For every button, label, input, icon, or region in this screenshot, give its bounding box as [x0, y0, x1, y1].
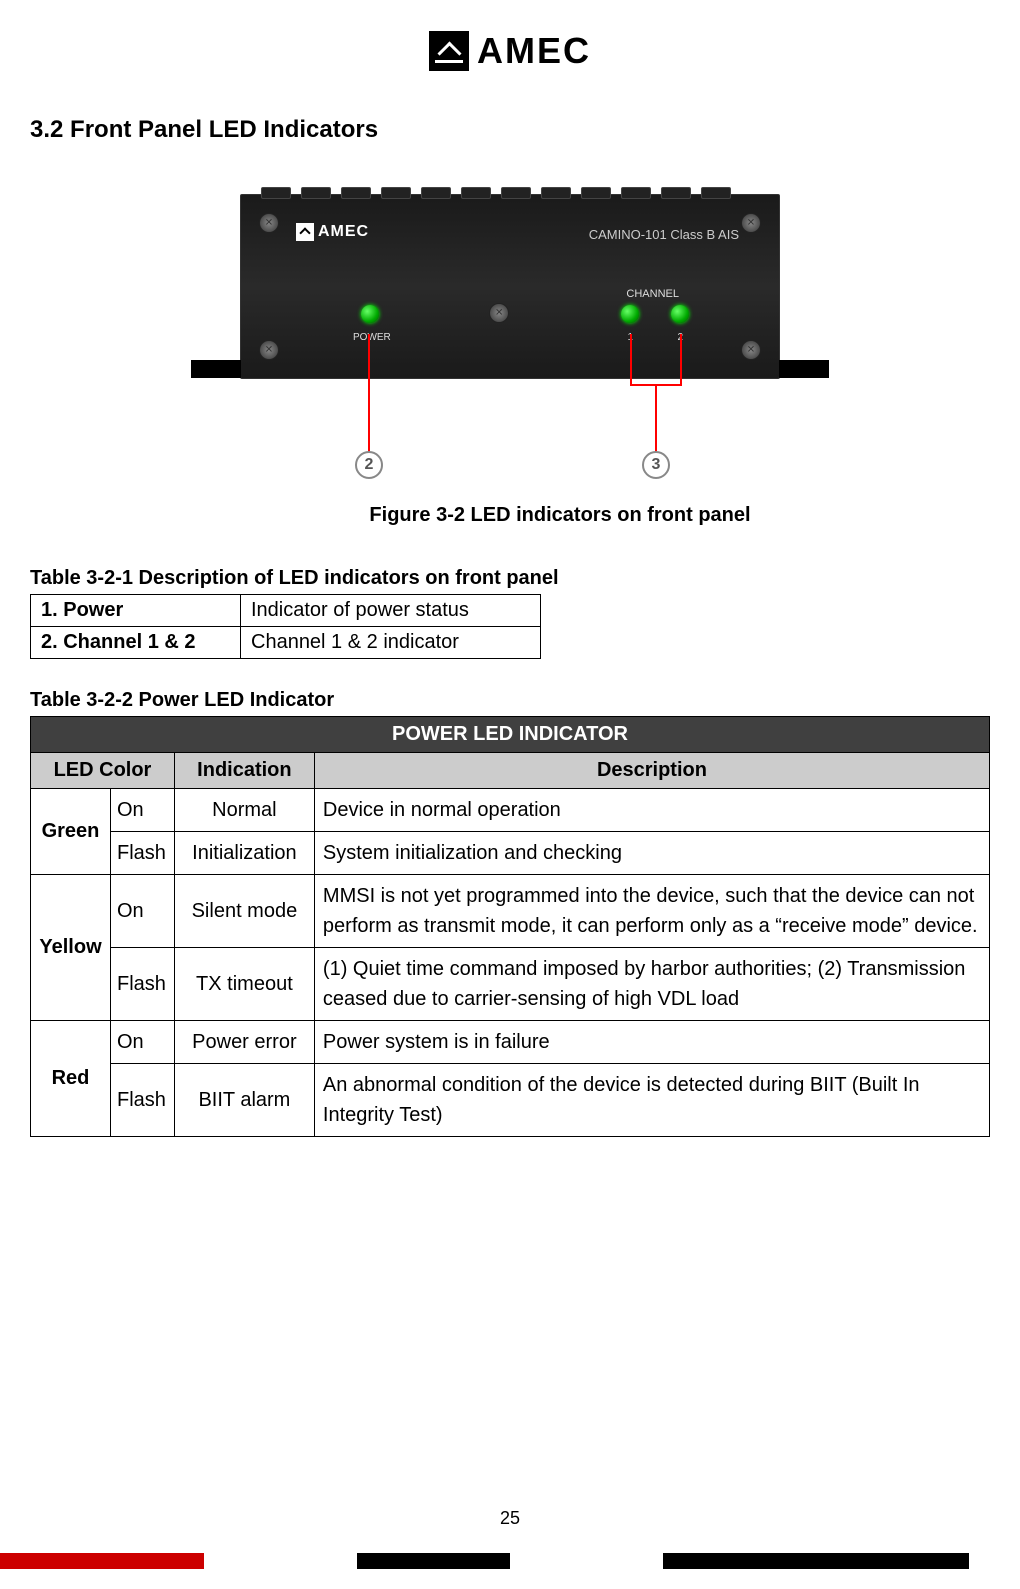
- led-description: MMSI is not yet programmed into the devi…: [314, 875, 989, 948]
- callout-number-2: 2: [355, 451, 383, 479]
- led-indication: Initialization: [174, 832, 314, 875]
- power-led-label: POWER: [353, 332, 391, 343]
- screw-icon: [489, 303, 509, 323]
- led-power-icon: [361, 305, 379, 323]
- table2-col-header: Description: [314, 753, 989, 789]
- led-description: System initialization and checking: [314, 832, 989, 875]
- led-color: Red: [31, 1021, 111, 1137]
- led-state: Flash: [111, 832, 175, 875]
- table1-label: 2. Channel 1 & 2: [31, 627, 241, 659]
- table2-col-header: LED Color: [31, 753, 175, 789]
- led-state: Flash: [111, 948, 175, 1021]
- table2-title: Table 3-2-2 Power LED Indicator: [30, 689, 990, 712]
- table1-desc: Indicator of power status: [241, 595, 541, 627]
- table-row: Green On Normal Device in normal operati…: [31, 789, 990, 832]
- table-row: Flash Initialization System initializati…: [31, 832, 990, 875]
- table-row: Flash TX timeout (1) Quiet time command …: [31, 948, 990, 1021]
- device-front-panel: AMEC CAMINO-101 Class B AIS POWER CHANNE…: [240, 194, 780, 379]
- led-indication: Silent mode: [174, 875, 314, 948]
- channel-led-label: CHANNEL: [626, 288, 679, 300]
- page-number: 25: [500, 1508, 520, 1529]
- table-row: Flash BIIT alarm An abnormal condition o…: [31, 1064, 990, 1137]
- led-channel2-icon: [671, 305, 689, 323]
- callout-number-3: 3: [642, 451, 670, 479]
- led-color: Yellow: [31, 875, 111, 1021]
- footer-decoration: [0, 1553, 1020, 1569]
- screw-icon: [259, 340, 279, 360]
- led-description: Device in normal operation: [314, 789, 989, 832]
- led-description: (1) Quiet time command imposed by harbor…: [314, 948, 989, 1021]
- led-color: Green: [31, 789, 111, 875]
- table1-desc: Channel 1 & 2 indicator: [241, 627, 541, 659]
- section-title: 3.2 Front Panel LED Indicators: [30, 116, 990, 144]
- device-product-label: CAMINO-101 Class B AIS: [589, 227, 739, 242]
- table-row: Yellow On Silent mode MMSI is not yet pr…: [31, 875, 990, 948]
- led-description: Power system is in failure: [314, 1021, 989, 1064]
- table1-title: Table 3-2-1 Description of LED indicator…: [30, 567, 990, 590]
- callout-line: [680, 334, 682, 384]
- led-indication: Power error: [174, 1021, 314, 1064]
- header-logo: AMEC: [30, 30, 990, 76]
- led-state: On: [111, 875, 175, 948]
- table-row: Red On Power error Power system is in fa…: [31, 1021, 990, 1064]
- table2-header-main: POWER LED INDICATOR: [31, 717, 990, 753]
- callout-line: [630, 334, 632, 384]
- brand-icon: [429, 31, 469, 71]
- screw-icon: [741, 340, 761, 360]
- led-indication: TX timeout: [174, 948, 314, 1021]
- table1: 1. Power Indicator of power status 2. Ch…: [30, 594, 541, 659]
- table-row: 1. Power Indicator of power status: [31, 595, 541, 627]
- callout-line: [368, 334, 370, 454]
- brand-text: AMEC: [477, 30, 591, 72]
- screw-icon: [741, 213, 761, 233]
- table1-label: 1. Power: [31, 595, 241, 627]
- led-channel1-icon: [621, 305, 639, 323]
- led-description: An abnormal condition of the device is d…: [314, 1064, 989, 1137]
- table2: POWER LED INDICATOR LED Color Indication…: [30, 716, 990, 1137]
- led-state: On: [111, 1021, 175, 1064]
- screw-icon: [259, 213, 279, 233]
- callout-line: [655, 384, 657, 454]
- device-figure: AMEC CAMINO-101 Class B AIS POWER CHANNE…: [30, 194, 990, 384]
- led-state: Flash: [111, 1064, 175, 1137]
- figure-caption: Figure 3-2 LED indicators on front panel: [130, 504, 990, 527]
- device-brand-label: AMEC: [296, 223, 369, 241]
- led-indication: BIIT alarm: [174, 1064, 314, 1137]
- led-indication: Normal: [174, 789, 314, 832]
- table-row: 2. Channel 1 & 2 Channel 1 & 2 indicator: [31, 627, 541, 659]
- table2-col-header: Indication: [174, 753, 314, 789]
- led-state: On: [111, 789, 175, 832]
